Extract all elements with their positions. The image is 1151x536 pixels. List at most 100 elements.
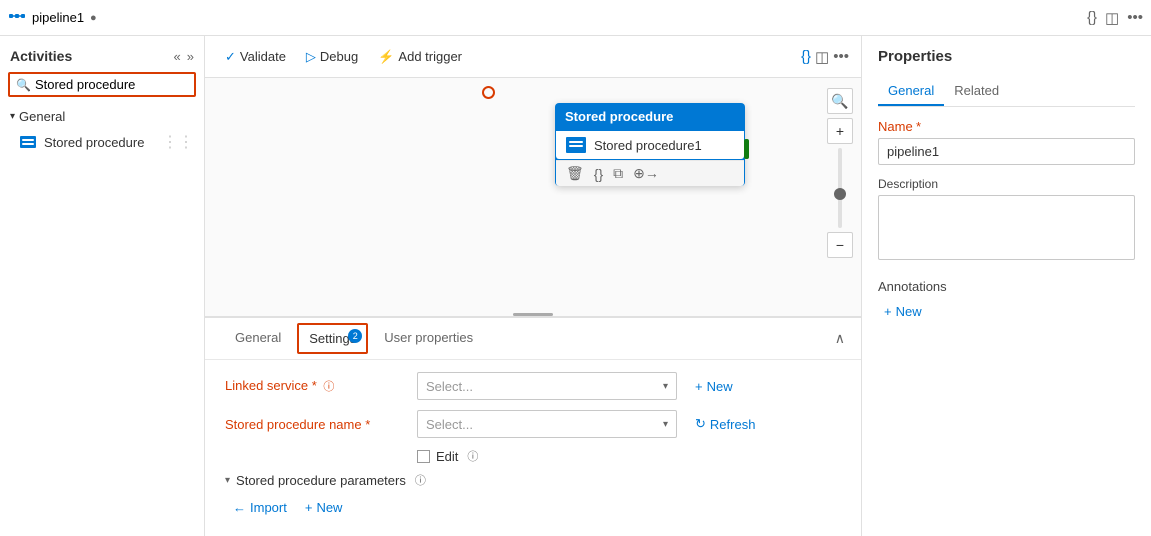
node-error-indicator bbox=[482, 86, 495, 99]
success-indicator bbox=[744, 139, 749, 159]
sidebar: Activities « » 🔍 ▾ General Stored proced… bbox=[0, 36, 205, 536]
import-button[interactable]: ← Import bbox=[233, 500, 287, 515]
collapse-panel-button[interactable]: ∧ bbox=[835, 330, 845, 347]
linked-service-label-text: Linked service bbox=[225, 378, 308, 393]
general-section-label: General bbox=[19, 109, 65, 124]
node-container: Stored procedure Stored procedure1 🗑 {} … bbox=[380, 93, 570, 177]
name-label: Name * bbox=[878, 119, 1135, 134]
prop-tab-general[interactable]: General bbox=[878, 77, 944, 106]
tab-settings[interactable]: Settings 2 bbox=[297, 323, 368, 354]
parameters-label: Stored procedure parameters bbox=[236, 473, 406, 488]
tab-title: pipeline1 bbox=[32, 10, 84, 25]
debug-icon: ▷ bbox=[306, 49, 316, 65]
stored-procedure-name-label-text: Stored procedure name bbox=[225, 417, 362, 432]
monitor-view-icon[interactable]: ◫ bbox=[815, 48, 829, 66]
linked-service-row: Linked service * ⓘ Select... ▾ + New bbox=[225, 372, 841, 400]
tab-user-properties[interactable]: User properties bbox=[370, 322, 487, 355]
general-section-header[interactable]: ▾ General bbox=[0, 105, 204, 128]
arrow-right-icon[interactable]: ⊕→ bbox=[633, 165, 659, 182]
chevron-down-icon: ▾ bbox=[10, 111, 15, 122]
stored-procedure-icon bbox=[20, 136, 36, 148]
refresh-button[interactable]: ↻ Refresh bbox=[689, 412, 761, 436]
debug-label: Debug bbox=[320, 49, 358, 64]
edit-label: Edit bbox=[436, 449, 458, 464]
more-options-icon[interactable]: ••• bbox=[1127, 9, 1143, 26]
node-header: Stored procedure bbox=[555, 103, 745, 130]
top-bar-actions: {} ◫ ••• bbox=[1087, 9, 1143, 27]
description-label: Description bbox=[878, 177, 1135, 191]
tab-user-properties-label: User properties bbox=[384, 330, 473, 345]
description-textarea[interactable] bbox=[878, 195, 1135, 260]
collapse-icon[interactable]: « bbox=[174, 49, 181, 64]
linked-service-info-icon[interactable]: ⓘ bbox=[323, 381, 334, 393]
properties-title: Properties bbox=[878, 48, 1135, 65]
canvas-body: Stored procedure Stored procedure1 🗑 {} … bbox=[205, 78, 861, 316]
prop-tab-related[interactable]: Related bbox=[944, 77, 1009, 106]
parameters-section: ▾ Stored procedure parameters ⓘ bbox=[225, 472, 841, 488]
code-icon[interactable]: {} bbox=[594, 166, 603, 182]
canvas-toolbar: ✓ Validate ▷ Debug ⚡ Add trigger {} ◫ ••… bbox=[205, 36, 861, 78]
name-label-text: Name bbox=[878, 119, 913, 134]
tab-general[interactable]: General bbox=[221, 322, 295, 355]
edit-checkbox[interactable] bbox=[417, 450, 430, 463]
linked-service-new-button[interactable]: + New bbox=[689, 375, 739, 398]
stored-procedure-name-row: Stored procedure name * Select... ▾ ↻ Re… bbox=[225, 410, 841, 438]
prop-tab-general-label: General bbox=[888, 83, 934, 98]
zoom-out-button[interactable]: − bbox=[827, 232, 853, 258]
delete-icon[interactable]: 🗑 bbox=[566, 165, 584, 182]
parameters-chevron-icon: ▾ bbox=[225, 475, 230, 486]
panel-content: Linked service * ⓘ Select... ▾ + New bbox=[205, 360, 861, 531]
stored-procedure-name-label: Stored procedure name * bbox=[225, 417, 405, 432]
sidebar-item-stored-procedure[interactable]: Stored procedure ⋮⋮ bbox=[0, 128, 204, 156]
annotations-new-button[interactable]: + New bbox=[878, 300, 928, 323]
code-view-icon[interactable]: {} bbox=[801, 48, 811, 66]
zoom-in-button[interactable]: + bbox=[827, 118, 853, 144]
refresh-label: Refresh bbox=[710, 417, 756, 432]
stored-procedure-node[interactable]: Stored procedure Stored procedure1 🗑 {} … bbox=[555, 103, 745, 186]
search-input[interactable] bbox=[35, 77, 188, 92]
parameters-new-button[interactable]: + New bbox=[299, 496, 349, 519]
expand-icon[interactable]: » bbox=[187, 49, 194, 64]
monitor-icon[interactable]: ◫ bbox=[1105, 9, 1119, 27]
debug-button[interactable]: ▷ Debug bbox=[298, 45, 366, 69]
stored-procedure-name-chevron-icon: ▾ bbox=[663, 419, 668, 430]
import-label: Import bbox=[250, 500, 287, 515]
unsaved-indicator: ● bbox=[90, 12, 97, 24]
canvas-more-icon[interactable]: ••• bbox=[833, 48, 849, 66]
stored-procedure-name-placeholder: Select... bbox=[426, 417, 473, 432]
linked-service-dropdown[interactable]: Select... ▾ bbox=[417, 372, 677, 400]
parameters-plus-icon: + bbox=[305, 500, 313, 515]
validate-button[interactable]: ✓ Validate bbox=[217, 45, 294, 69]
settings-badge: 2 bbox=[348, 329, 362, 343]
parameters-info-icon[interactable]: ⓘ bbox=[415, 472, 426, 488]
zoom-search-button[interactable]: 🔍 bbox=[827, 88, 853, 114]
plus-icon: + bbox=[695, 379, 703, 394]
name-field: Name * bbox=[878, 119, 1135, 165]
node-title: Stored procedure bbox=[565, 109, 673, 124]
stored-procedure-name-required: * bbox=[365, 417, 370, 432]
validate-icon: ✓ bbox=[225, 49, 236, 65]
import-arrow-icon: ← bbox=[233, 500, 246, 515]
sidebar-controls: « » bbox=[174, 49, 194, 64]
name-input[interactable] bbox=[878, 138, 1135, 165]
validate-label: Validate bbox=[240, 49, 286, 64]
zoom-slider[interactable] bbox=[838, 148, 842, 228]
stored-procedure-name-dropdown[interactable]: Select... ▾ bbox=[417, 410, 677, 438]
pipeline-icon bbox=[8, 9, 26, 27]
add-trigger-button[interactable]: ⚡ Add trigger bbox=[370, 45, 470, 69]
copy-icon[interactable]: ⧉ bbox=[613, 165, 623, 182]
trigger-icon: ⚡ bbox=[378, 49, 394, 65]
bottom-panel: General Settings 2 User properties ∧ bbox=[205, 316, 861, 536]
bottom-panel-header: General Settings 2 User properties ∧ bbox=[205, 318, 861, 360]
edit-info-icon[interactable]: ⓘ bbox=[467, 448, 478, 464]
toolbar-right: {} ◫ ••• bbox=[801, 48, 849, 66]
code-icon[interactable]: {} bbox=[1087, 9, 1097, 26]
linked-service-chevron-icon: ▾ bbox=[663, 381, 668, 392]
linked-service-required: * bbox=[312, 378, 317, 393]
zoom-controls: 🔍 + − bbox=[827, 88, 853, 258]
search-box[interactable]: 🔍 bbox=[8, 72, 196, 97]
properties-panel: Properties General Related Name * Descri… bbox=[861, 36, 1151, 536]
resize-handle[interactable] bbox=[513, 313, 553, 316]
refresh-icon: ↻ bbox=[695, 416, 706, 432]
main-container: Activities « » 🔍 ▾ General Stored proced… bbox=[0, 36, 1151, 536]
